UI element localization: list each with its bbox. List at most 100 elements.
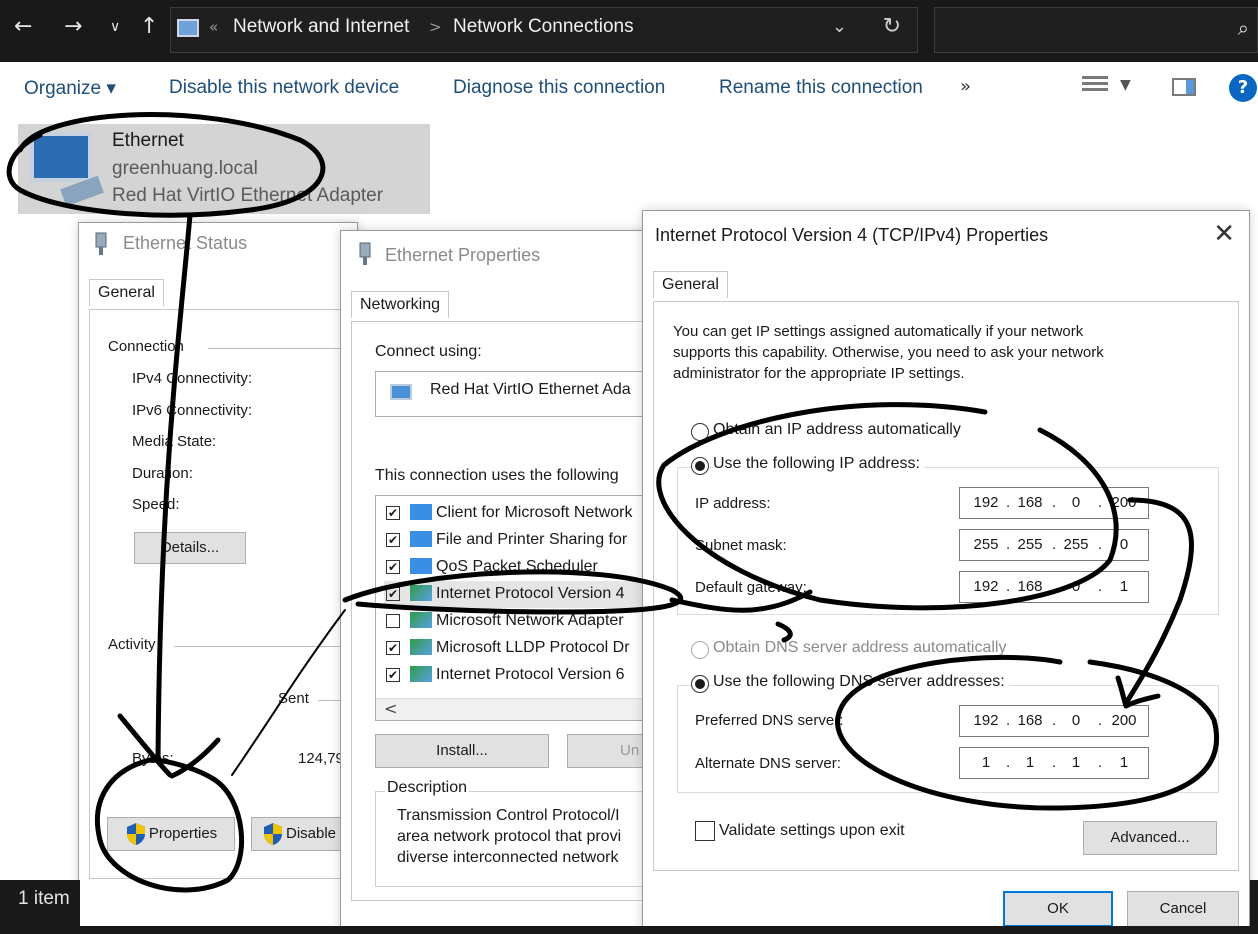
close-icon[interactable]: ✕	[1213, 219, 1235, 249]
breadcrumb-separator[interactable]: >	[429, 18, 442, 36]
list-item[interactable]: Microsoft Network Adapter	[384, 608, 656, 635]
item-checkbox[interactable]: ✔	[386, 533, 400, 547]
breadcrumb-overflow[interactable]: «	[209, 18, 218, 36]
address-bar[interactable]: « Network and Internet > Network Connect…	[170, 7, 918, 53]
list-item-selected[interactable]: ✔ Internet Protocol Version 4	[384, 581, 656, 608]
list-item[interactable]: ✔ QoS Packet Scheduler	[384, 554, 656, 581]
item-checkbox[interactable]: ✔	[386, 506, 400, 520]
service-icon	[410, 558, 432, 574]
more-commands-button[interactable]: »	[960, 76, 971, 97]
cancel-button[interactable]: Cancel	[1127, 891, 1239, 927]
obtain-ip-auto-radio[interactable]	[691, 423, 709, 441]
alternate-dns-field[interactable]: 1. 1. 1. 1	[959, 747, 1149, 779]
ip-dot: .	[1006, 754, 1011, 771]
tab-general[interactable]: General	[89, 279, 164, 306]
ipv4-connectivity-label: IPv4 Connectivity:	[132, 370, 253, 387]
mask-octet-1: 255	[973, 536, 999, 553]
uac-shield-icon	[126, 823, 145, 846]
ip-dot: .	[1052, 712, 1057, 729]
disable-device-button[interactable]: Disable this network device	[169, 77, 399, 99]
default-gateway-field[interactable]: 192. 168. 0. 1	[959, 571, 1149, 603]
list-item[interactable]: ✔ Microsoft LLDP Protocol Dr	[384, 635, 656, 662]
uninstall-button[interactable]: Un	[567, 734, 651, 768]
protocol-icon	[410, 666, 432, 682]
protocol-icon	[410, 585, 432, 601]
list-item[interactable]: ✔ Client for Microsoft Network	[384, 500, 656, 527]
use-following-dns-radio[interactable]	[691, 675, 709, 693]
preview-pane-icon[interactable]	[1172, 78, 1196, 96]
scroll-left-icon[interactable]: <	[384, 699, 397, 718]
forward-arrow-icon[interactable]: →	[64, 12, 82, 42]
default-gateway-label: Default gateway:	[695, 579, 807, 596]
list-item[interactable]: ✔ File and Printer Sharing for	[384, 527, 656, 554]
subnet-mask-field[interactable]: 255. 255. 255. 0	[959, 529, 1149, 561]
up-arrow-icon[interactable]: ↑	[140, 12, 158, 42]
breadcrumb-network-connections[interactable]: Network Connections	[453, 16, 634, 38]
use-following-ip-radio[interactable]	[691, 457, 709, 475]
preferred-dns-field[interactable]: 192. 168. 0. 200	[959, 705, 1149, 737]
back-arrow-icon[interactable]: ←	[14, 12, 32, 42]
gateway-octet-2: 168	[1017, 578, 1043, 595]
bytes-sent-value: 124,79	[298, 750, 344, 767]
pref-dns-octet-2: 168	[1017, 712, 1043, 729]
tab-general[interactable]: General	[653, 271, 728, 298]
right-edge	[1250, 880, 1258, 934]
recent-locations-chevron-down-icon[interactable]: ∨	[110, 12, 120, 42]
ip-address-field[interactable]: 192. 168. 0. 200	[959, 487, 1149, 519]
install-button[interactable]: Install...	[375, 734, 549, 768]
rename-connection-button[interactable]: Rename this connection	[719, 77, 923, 99]
ip-address-label: IP address:	[695, 495, 771, 512]
intro-line-2: supports this capability. Otherwise, you…	[673, 344, 1104, 361]
uac-shield-icon	[264, 823, 282, 846]
tab-networking[interactable]: Networking	[351, 291, 450, 318]
view-options-dropdown-icon[interactable]: ▼	[1120, 77, 1131, 93]
item-checkbox[interactable]	[386, 614, 400, 628]
item-checkbox[interactable]: ✔	[386, 587, 400, 601]
network-adapter-icon	[30, 132, 92, 182]
item-label: Microsoft LLDP Protocol Dr	[436, 639, 630, 656]
connect-adapter-name: Red Hat VirtIO Ethernet Ada	[430, 381, 631, 398]
duration-label: Duration:	[132, 465, 193, 482]
item-checkbox[interactable]: ✔	[386, 668, 400, 682]
media-state-label: Media State:	[132, 433, 217, 450]
use-following-dns-label[interactable]: Use the following DNS server addresses:	[713, 673, 1009, 691]
ip-dot: .	[1098, 754, 1103, 771]
horizontal-scrollbar[interactable]: <	[376, 698, 654, 720]
use-following-ip-label[interactable]: Use the following IP address:	[713, 455, 924, 473]
view-options-icon[interactable]	[1082, 76, 1108, 98]
organize-button[interactable]: Organize ▾	[24, 77, 116, 100]
item-checkbox[interactable]: ✔	[386, 560, 400, 574]
client-icon	[410, 504, 432, 520]
diagnose-connection-button[interactable]: Diagnose this connection	[453, 77, 665, 99]
validate-settings-checkbox[interactable]	[695, 821, 715, 841]
help-icon[interactable]: ?	[1229, 74, 1257, 102]
subnet-mask-label: Subnet mask:	[695, 537, 787, 554]
obtain-dns-auto-radio[interactable]	[691, 641, 709, 659]
refresh-icon[interactable]: ↻	[883, 14, 901, 39]
components-list[interactable]: ✔ Client for Microsoft Network ✔ File an…	[375, 495, 656, 721]
ip-dot: .	[1006, 536, 1011, 553]
ip-octet-1: 192	[973, 494, 999, 511]
details-button[interactable]: Details...	[134, 532, 246, 564]
ip-dot: .	[1052, 754, 1057, 771]
properties-button-label: Properties	[148, 825, 218, 842]
gateway-octet-3: 0	[1071, 578, 1081, 595]
validate-settings-label[interactable]: Validate settings upon exit	[719, 822, 905, 840]
breadcrumb-network-and-internet[interactable]: Network and Internet	[233, 16, 409, 38]
list-item[interactable]: ✔ Internet Protocol Version 6	[384, 662, 656, 689]
search-input[interactable]: ⌕	[934, 7, 1258, 53]
search-icon[interactable]: ⌕	[1238, 16, 1249, 40]
address-dropdown-chevron-icon[interactable]: ⌄	[832, 16, 847, 37]
mask-octet-3: 255	[1063, 536, 1089, 553]
obtain-dns-auto-label[interactable]: Obtain DNS server address automatically	[713, 639, 1006, 657]
ip-octet-4: 200	[1111, 494, 1137, 511]
ethernet-adapter-tile[interactable]: Ethernet greenhuang.local Red Hat VirtIO…	[18, 124, 430, 214]
item-checkbox[interactable]: ✔	[386, 641, 400, 655]
advanced-button[interactable]: Advanced...	[1083, 821, 1217, 855]
item-label: Microsoft Network Adapter	[436, 612, 624, 629]
ok-button[interactable]: OK	[1003, 891, 1113, 927]
alt-dns-octet-4: 1	[1119, 754, 1129, 771]
obtain-ip-auto-label[interactable]: Obtain an IP address automatically	[713, 421, 961, 439]
gateway-octet-1: 192	[973, 578, 999, 595]
properties-button[interactable]: Properties	[107, 817, 235, 851]
